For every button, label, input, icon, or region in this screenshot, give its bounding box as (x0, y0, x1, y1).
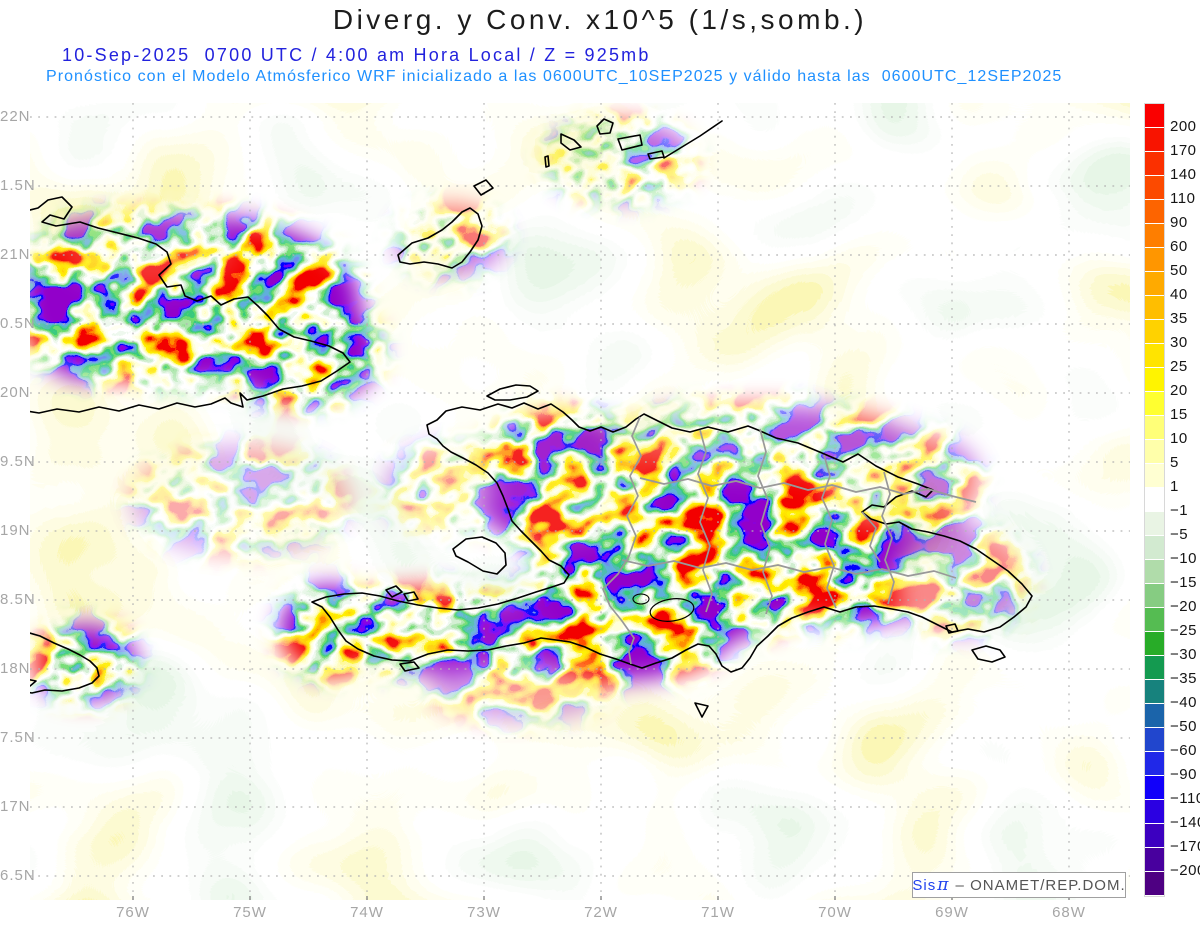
colorbar-tick-label: −140 (1170, 814, 1200, 831)
colorbar-cell (1145, 632, 1164, 656)
colorbar-tick-label: 170 (1170, 142, 1197, 159)
lat-tick-label: 9.5N (0, 453, 36, 470)
colorbar-cell (1145, 536, 1164, 560)
colorbar-tick-label: 50 (1170, 262, 1188, 279)
colorbar-tick-label: −25 (1170, 622, 1197, 639)
colorbar (1144, 103, 1165, 897)
colorbar-cell (1145, 320, 1164, 344)
lat-tick-label: 0.5N (0, 315, 36, 332)
colorbar-tick-label: 90 (1170, 214, 1188, 231)
colorbar-cell (1145, 752, 1164, 776)
colorbar-tick-label: 1 (1170, 478, 1179, 495)
lon-tick-label: 69W (935, 904, 969, 921)
colorbar-tick-label: −15 (1170, 574, 1197, 591)
colorbar-tick-label: −35 (1170, 670, 1197, 687)
colorbar-tick-label: 10 (1170, 430, 1188, 447)
sispi-logo: Sis (912, 876, 937, 894)
colorbar-cell (1145, 848, 1164, 872)
colorbar-cell (1145, 128, 1164, 152)
colorbar-cell (1145, 776, 1164, 800)
colorbar-tick-label: 25 (1170, 358, 1188, 375)
colorbar-cell (1145, 368, 1164, 392)
lat-tick-label: 17N (0, 798, 31, 815)
colorbar-cell (1145, 296, 1164, 320)
model-init-line: Pronóstico con el Modelo Atmósferico WRF… (46, 68, 1063, 85)
divergence-field-land (30, 103, 1130, 900)
valid-time-line: 10-Sep-2025 0700 UTC / 4:00 am Hora Loca… (62, 45, 651, 65)
colorbar-cell (1145, 512, 1164, 536)
watermark-org: – ONAMET/REP.DOM. (950, 876, 1126, 894)
colorbar-tick-label: 30 (1170, 334, 1188, 351)
lon-tick-label: 68W (1052, 904, 1086, 921)
lat-tick-label: 22N (0, 108, 31, 125)
colorbar-tick-label: 110 (1170, 190, 1196, 207)
colorbar-tick-label: 15 (1170, 406, 1188, 423)
lon-tick-label: 76W (116, 904, 150, 921)
colorbar-cell (1145, 704, 1164, 728)
colorbar-cell (1145, 176, 1164, 200)
colorbar-cell (1145, 584, 1164, 608)
colorbar-tick-label: −90 (1170, 766, 1197, 783)
colorbar-tick-label: 40 (1170, 286, 1188, 303)
colorbar-cell (1145, 344, 1164, 368)
colorbar-tick-label: −110 (1170, 790, 1200, 807)
colorbar-cell (1145, 200, 1164, 224)
lon-tick-label: 75W (233, 904, 267, 921)
colorbar-cell (1145, 248, 1164, 272)
colorbar-tick-label: −20 (1170, 598, 1197, 615)
colorbar-cell (1145, 872, 1164, 896)
colorbar-cell (1145, 440, 1164, 464)
colorbar-tick-label: −200 (1170, 862, 1200, 879)
colorbar-cell (1145, 224, 1164, 248)
colorbar-tick-label: 5 (1170, 454, 1179, 471)
colorbar-tick-label: 140 (1170, 166, 1197, 183)
lon-tick-label: 71W (701, 904, 735, 921)
watermark-box: Sis π – ONAMET/REP.DOM. (912, 872, 1126, 898)
lat-tick-label: 8.5N (0, 591, 36, 608)
colorbar-cell (1145, 464, 1164, 488)
colorbar-cell (1145, 560, 1164, 584)
colorbar-tick-label: −30 (1170, 646, 1197, 663)
colorbar-cell (1145, 656, 1164, 680)
colorbar-cell (1145, 728, 1164, 752)
pi-symbol: π (937, 875, 950, 895)
lat-tick-label: 7.5N (0, 729, 36, 746)
colorbar-cell (1145, 272, 1164, 296)
colorbar-tick-label: −1 (1170, 502, 1189, 519)
lat-tick-label: 20N (0, 384, 31, 401)
page-title: Diverg. y Conv. x10^5 (1/s,somb.) (332, 4, 868, 35)
colorbar-tick-label: −60 (1170, 742, 1197, 759)
colorbar-tick-label: 35 (1170, 310, 1188, 327)
colorbar-cell (1145, 488, 1164, 512)
colorbar-tick-label: 200 (1170, 118, 1197, 135)
colorbar-tick-label: 20 (1170, 382, 1188, 399)
lon-tick-label: 70W (818, 904, 852, 921)
colorbar-tick-label: −170 (1170, 838, 1200, 855)
colorbar-cell (1145, 608, 1164, 632)
lat-tick-label: 18N (0, 660, 31, 677)
colorbar-cell (1145, 824, 1164, 848)
colorbar-cell (1145, 152, 1164, 176)
colorbar-tick-label: −5 (1170, 526, 1189, 543)
colorbar-cell (1145, 680, 1164, 704)
colorbar-tick-label: −40 (1170, 694, 1197, 711)
colorbar-cell (1145, 104, 1164, 128)
lon-tick-label: 72W (584, 904, 618, 921)
colorbar-tick-label: 60 (1170, 238, 1188, 255)
colorbar-cell (1145, 392, 1164, 416)
colorbar-cell (1145, 416, 1164, 440)
lat-tick-label: 19N (0, 522, 31, 539)
colorbar-cell (1145, 800, 1164, 824)
lat-tick-label: 6.5N (0, 867, 36, 884)
lon-tick-label: 73W (467, 904, 501, 921)
weather-map-page: Diverg. y Conv. x10^5 (1/s,somb.) 10-Sep… (0, 0, 1200, 927)
colorbar-tick-label: −10 (1170, 550, 1197, 567)
lat-tick-label: 1.5N (0, 177, 36, 194)
colorbar-tick-label: −50 (1170, 718, 1197, 735)
lat-tick-label: 21N (0, 246, 31, 263)
lon-tick-label: 74W (350, 904, 384, 921)
map-canvas (30, 103, 1130, 900)
